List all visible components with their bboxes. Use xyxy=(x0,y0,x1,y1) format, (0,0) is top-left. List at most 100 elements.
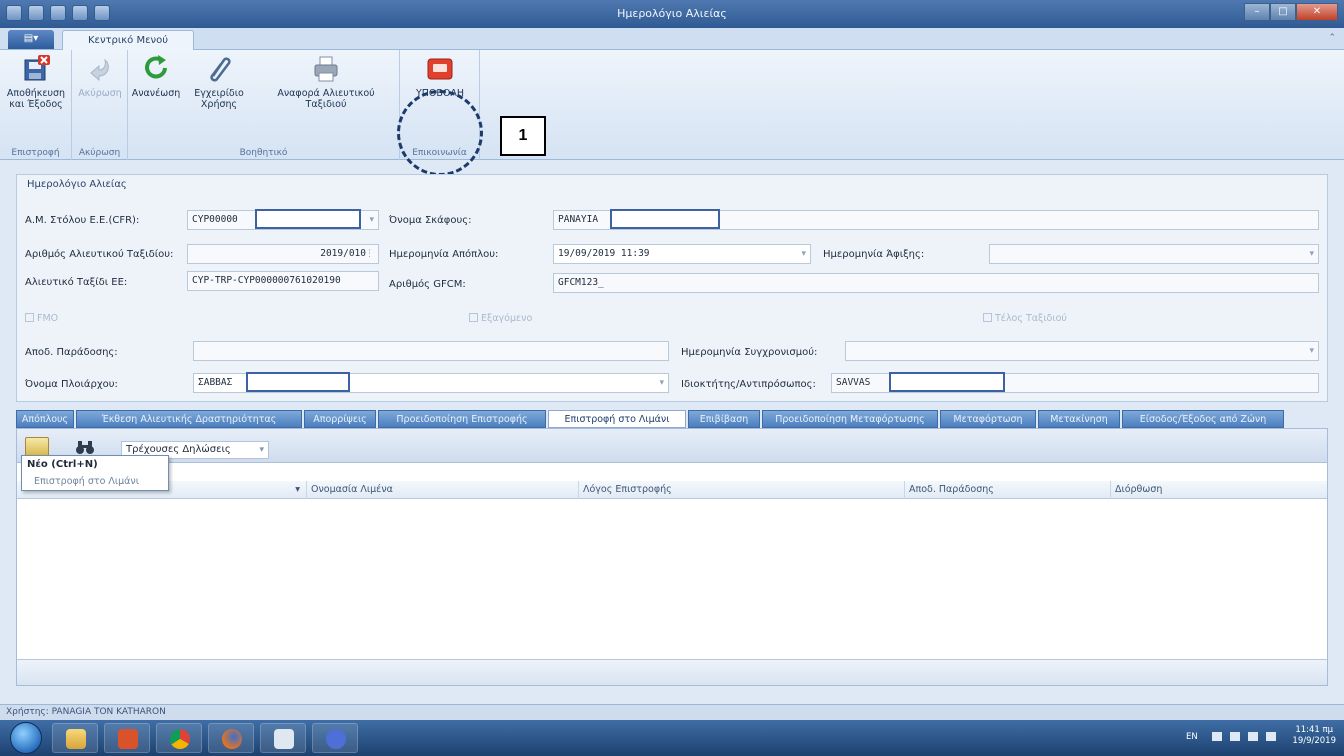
tray-arrow-icon[interactable] xyxy=(1212,732,1222,741)
refresh-button[interactable]: Ανανέωση xyxy=(128,54,184,99)
firefox-icon xyxy=(222,729,242,749)
new-record-icon[interactable] xyxy=(25,437,49,457)
return-to-port-grid: Τρέχουσες Δηλώσεις ▾ Νέο (Ctrl+N) Επιστρο… xyxy=(16,428,1328,686)
user-manual-label-2: Χρήσης xyxy=(200,99,238,110)
tooltip-title: Νέο (Ctrl+N) xyxy=(27,459,98,470)
window-controls: – □ ✕ xyxy=(1244,3,1338,21)
cfr-label: Α.Μ. Στόλου Ε.Ε.(CFR): xyxy=(25,215,140,226)
ribbon-group-helper: Ανανέωση Εγχειρίδιο Χρήσης Αναφορά Αλιευ… xyxy=(128,50,400,160)
trip-report-label-2: Ταξιδιού xyxy=(305,99,347,110)
vessel-name-value: PANAYIA xyxy=(558,214,599,225)
export-label: Εξαγόμενο xyxy=(481,313,533,324)
column-header-correction[interactable]: Διόρθωση xyxy=(1111,481,1327,499)
filter-dropdown-icon: ▾ xyxy=(295,484,300,495)
tab-transshipment[interactable]: Μεταφόρτωση xyxy=(940,410,1036,428)
owner-label: Ιδιοκτήτης/Αντιπρόσωπος: xyxy=(681,379,816,390)
callout-number: 1 xyxy=(500,116,546,156)
application-menu-button[interactable]: ▤▾ xyxy=(8,30,54,49)
tab-fishing-activity[interactable]: Έκθεση Αλιευτικής Δραστηριότητας xyxy=(76,410,302,428)
clock-time: 11:41 πμ xyxy=(1295,725,1334,735)
ribbon-minimize-icon[interactable]: ⌃ xyxy=(1328,33,1336,43)
departure-date-dropdown-icon: ▾ xyxy=(801,249,806,259)
maximize-button[interactable]: □ xyxy=(1270,3,1296,21)
redaction-box xyxy=(246,372,350,392)
office-icon xyxy=(118,729,138,749)
trip-number-field[interactable]: 2019/010 ⋮ xyxy=(187,244,379,264)
cancel-button[interactable]: Ακύρωση xyxy=(72,54,128,99)
tab-return-notice[interactable]: Προειδοποίηση Επιστροφής xyxy=(378,410,546,428)
eu-trip-value: CYP-TRP-CYP000000761020190 xyxy=(192,275,341,286)
minimize-button[interactable]: – xyxy=(1244,3,1270,21)
status-bar: Χρήστης: PANAGIA TON KATHARON xyxy=(0,704,1344,720)
save-exit-button[interactable]: Αποθήκευση και Έξοδος xyxy=(0,54,72,110)
master-name-dropdown-icon: ▾ xyxy=(659,378,664,388)
trip-number-value: 2019/010 xyxy=(320,248,366,259)
sync-date-field[interactable]: ▾ xyxy=(845,341,1319,361)
refresh-icon xyxy=(145,55,167,79)
ribbon-group-label: Επιστροφή xyxy=(11,148,60,158)
declaration-filter-value: Τρέχουσες Δηλώσεις xyxy=(126,444,231,455)
user-manual-button[interactable]: Εγχειρίδιο Χρήσης xyxy=(184,54,254,110)
binoculars-icon[interactable] xyxy=(75,439,95,455)
ribbon-tab-bar: ▤▾ Κεντρικό Μενού ⌃ xyxy=(0,28,1344,51)
taskbar-app[interactable] xyxy=(156,723,202,753)
delivery-label: Αποδ. Παράδοσης: xyxy=(25,347,118,358)
arrival-date-dropdown-icon: ▾ xyxy=(1309,249,1314,259)
start-button[interactable] xyxy=(10,722,42,754)
flag-icon[interactable] xyxy=(1266,732,1276,741)
cfr-value: CYP00000 xyxy=(192,214,238,225)
close-button[interactable]: ✕ xyxy=(1296,3,1338,21)
gfcm-field[interactable]: GFCM123_ xyxy=(553,273,1319,293)
taskbar: EN 11:41 πμ 19/9/2019 xyxy=(0,720,1344,756)
redaction-box xyxy=(255,209,361,229)
tab-zone-entry-exit[interactable]: Είσοδος/Έξοδος από Ζώνη xyxy=(1122,410,1284,428)
trip-end-checkbox[interactable]: Τέλος Ταξιδιού xyxy=(983,313,1067,324)
gfcm-label: Αριθμός GFCM: xyxy=(389,279,466,290)
delivery-field[interactable] xyxy=(193,341,669,361)
taskbar-app[interactable] xyxy=(52,723,98,753)
tab-relocation[interactable]: Μετακίνηση xyxy=(1038,410,1120,428)
arrival-date-field[interactable]: ▾ xyxy=(989,244,1319,264)
fmo-label: FMO xyxy=(37,313,59,324)
tab-departure[interactable]: Απόπλους xyxy=(16,410,74,428)
clock[interactable]: 11:41 πμ 19/9/2019 xyxy=(1292,725,1336,747)
tab-discards[interactable]: Απορρίψεις xyxy=(304,410,376,428)
save-exit-label-2: και Έξοδος xyxy=(9,99,63,110)
export-checkbox[interactable]: Εξαγόμενο xyxy=(469,313,532,324)
language-indicator[interactable]: EN xyxy=(1186,732,1198,742)
window-title: Ημερολόγιο Αλιείας xyxy=(617,7,727,20)
volume-icon[interactable] xyxy=(1230,732,1240,741)
checkbox-box xyxy=(25,313,34,322)
column-header-port-name[interactable]: Ονομασία Λιμένα xyxy=(307,481,579,499)
fmo-checkbox[interactable]: FMO xyxy=(25,313,58,324)
vessel-name-label: Όνομα Σκάφους: xyxy=(389,215,472,226)
trip-number-spin-icon: ⋮ xyxy=(365,249,374,259)
checkbox-box xyxy=(469,313,478,322)
departure-date-value: 19/09/2019 11:39 xyxy=(558,248,650,259)
master-name-value: ΣΑΒΒΑΣ xyxy=(198,377,233,388)
tab-transshipment-notice[interactable]: Προειδοποίηση Μεταφόρτωσης xyxy=(762,410,938,428)
taskbar-app[interactable] xyxy=(260,723,306,753)
taskbar-app[interactable] xyxy=(104,723,150,753)
fishing-logbook-panel: Ημερολόγιο Αλιείας Α.Μ. Στόλου Ε.Ε.(CFR)… xyxy=(16,174,1328,402)
network-icon[interactable] xyxy=(1248,732,1258,741)
column-header-return-reason[interactable]: Λόγος Επιστροφής xyxy=(579,481,905,499)
trip-report-button[interactable]: Αναφορά Αλιευτικού Ταξιδιού xyxy=(252,54,400,110)
taskbar-app[interactable] xyxy=(312,723,358,753)
save-exit-icon xyxy=(24,55,50,81)
tab-boarding[interactable]: Επιβίβαση xyxy=(688,410,760,428)
sync-date-label: Ημερομηνία Συγχρονισμού: xyxy=(681,347,818,358)
tab-return-to-port[interactable]: Επιστροφή στο Λιμάνι xyxy=(548,410,686,428)
checkbox-box xyxy=(983,313,992,322)
column-header-delivery[interactable]: Αποδ. Παράδοσης xyxy=(905,481,1111,499)
current-user: Χρήστης: PANAGIA TON KATHARON xyxy=(6,707,166,717)
departure-date-field[interactable]: 19/09/2019 11:39 ▾ xyxy=(553,244,811,264)
ribbon-group-label: Ακύρωση xyxy=(78,148,121,158)
taskbar-app[interactable] xyxy=(208,723,254,753)
save-exit-label-1: Αποθήκευση xyxy=(6,88,66,99)
eu-trip-field[interactable]: CYP-TRP-CYP000000761020190 xyxy=(187,271,379,291)
panel-title: Ημερολόγιο Αλιείας xyxy=(27,179,127,190)
eu-trip-label: Αλιευτικό Ταξίδι ΕΕ: xyxy=(25,277,128,288)
tab-main-menu[interactable]: Κεντρικό Μενού xyxy=(62,30,194,51)
ribbon-group-return: Αποθήκευση και Έξοδος Επιστροφή xyxy=(0,50,72,160)
